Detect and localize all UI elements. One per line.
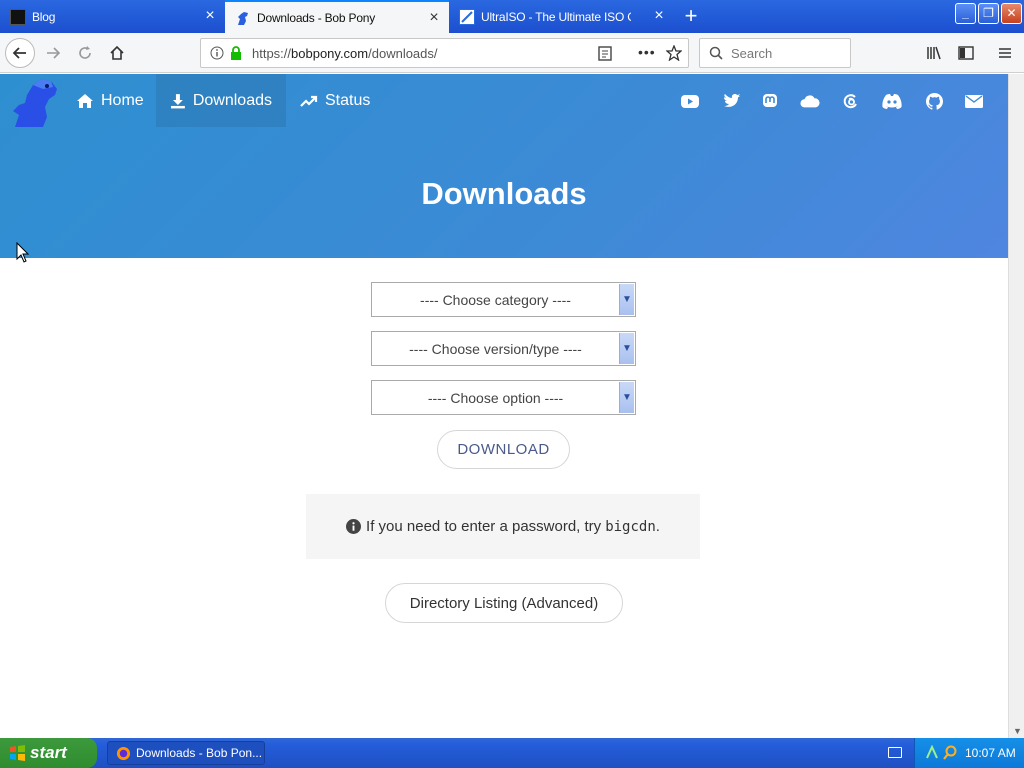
- taskbar-app-label: Downloads - Bob Pon...: [136, 746, 263, 760]
- windows-logo-icon: [10, 745, 25, 761]
- url-path: /downloads/: [368, 45, 438, 61]
- url-bar[interactable]: https://bobpony.com/downloads/ •••: [200, 38, 689, 68]
- download-icon: [170, 93, 185, 108]
- mouse-cursor-icon: [16, 242, 30, 263]
- reload-button[interactable]: [70, 38, 100, 68]
- pony-logo-icon[interactable]: [11, 77, 63, 127]
- back-button[interactable]: [5, 38, 35, 68]
- tab-ultraiso[interactable]: UltraISO - The Ultimate ISO CD/D ×: [449, 0, 674, 33]
- search-tray-icon[interactable]: [943, 745, 957, 760]
- password-code: bigcdn: [605, 518, 656, 535]
- close-tab-icon[interactable]: ×: [652, 8, 666, 24]
- home-icon: [77, 93, 93, 108]
- mastodon-icon[interactable]: [760, 91, 780, 111]
- library-icon[interactable]: [926, 45, 942, 61]
- tab-blog[interactable]: Blog ×: [0, 0, 225, 33]
- download-button[interactable]: DOWNLOAD: [437, 430, 570, 469]
- site-nav-label: Home: [101, 91, 144, 109]
- tab-title: Blog: [32, 9, 56, 24]
- mail-icon[interactable]: [964, 91, 984, 111]
- url-text: https://bobpony.com/downloads/: [252, 46, 438, 61]
- twitter-icon[interactable]: [721, 91, 741, 111]
- site-nav-downloads[interactable]: Downloads: [156, 74, 286, 127]
- option-select[interactable]: ---- Choose option ---- ▼: [371, 380, 636, 415]
- hero-banner: Home Downloads Status Downloads: [0, 74, 1008, 258]
- taskbar-app-firefox[interactable]: Downloads - Bob Pon...: [107, 741, 265, 765]
- chevron-down-icon[interactable]: ▼: [619, 382, 634, 413]
- close-window-button[interactable]: ✕: [1001, 3, 1022, 24]
- ultraiso-favicon-icon: [459, 8, 475, 25]
- home-icon: [110, 45, 124, 60]
- directory-listing-button[interactable]: Directory Listing (Advanced): [385, 583, 623, 623]
- forward-arrow-icon: [47, 47, 61, 59]
- url-host: bobpony.com: [291, 45, 369, 61]
- chevron-down-icon[interactable]: ▼: [619, 333, 634, 364]
- home-button[interactable]: [102, 38, 132, 68]
- tab-title: UltraISO - The Ultimate ISO CD/D: [481, 9, 631, 24]
- github-icon[interactable]: [924, 91, 944, 111]
- back-arrow-icon: [12, 47, 26, 59]
- clock: 10:07 AM: [965, 746, 1016, 760]
- firefox-icon: [116, 746, 131, 761]
- close-tab-icon[interactable]: ×: [427, 10, 441, 26]
- bookmark-star-icon[interactable]: [666, 45, 682, 61]
- system-tray: 10:07 AM: [914, 738, 1024, 768]
- pony-favicon-icon: [238, 11, 248, 25]
- version-type-select[interactable]: ---- Choose version/type ---- ▼: [371, 331, 636, 366]
- tab-downloads[interactable]: Downloads - Bob Pony ×: [225, 0, 449, 33]
- site-nav-label: Status: [325, 91, 371, 109]
- hamburger-menu-icon[interactable]: [998, 46, 1012, 60]
- cloud-icon[interactable]: [800, 91, 820, 111]
- category-select[interactable]: ---- Choose category ---- ▼: [371, 282, 636, 317]
- sidebar-icon[interactable]: [958, 45, 974, 61]
- reload-icon: [79, 46, 91, 59]
- network-tray-icon[interactable]: [925, 745, 939, 760]
- page-title: Downloads: [421, 176, 587, 211]
- chevron-down-icon[interactable]: ▼: [619, 284, 634, 315]
- youtube-icon[interactable]: [680, 91, 700, 111]
- site-nav-home[interactable]: Home: [62, 74, 158, 127]
- start-label: start: [30, 743, 67, 762]
- search-bar[interactable]: Search: [699, 38, 851, 68]
- terminal-favicon-icon: [10, 8, 26, 25]
- new-tab-button[interactable]: +: [680, 5, 702, 27]
- search-placeholder: Search: [731, 45, 773, 61]
- keyboard-icon[interactable]: [888, 747, 902, 758]
- windows-taskbar: start Downloads - Bob Pon... 10:07 AM: [0, 738, 1024, 768]
- start-button[interactable]: start: [0, 738, 97, 768]
- site-nav-label: Downloads: [192, 91, 272, 109]
- scroll-down-arrow-icon[interactable]: ▼: [1013, 726, 1022, 736]
- threads-icon[interactable]: [841, 91, 861, 111]
- minimize-button[interactable]: _: [955, 3, 976, 24]
- page-scrollbar[interactable]: ▼: [1008, 74, 1024, 738]
- screen: Blog × Downloads - Bob Pony × UltraISO -…: [0, 0, 1024, 768]
- version-select-value: ---- Choose version/type ----: [409, 340, 582, 357]
- info-icon: [346, 519, 362, 534]
- site-nav-status[interactable]: Status: [286, 74, 384, 127]
- url-scheme: https://: [252, 45, 292, 61]
- page-actions-icon[interactable]: •••: [638, 44, 656, 60]
- forward-button[interactable]: [38, 38, 68, 68]
- trending-up-icon: [300, 95, 318, 107]
- browser-toolbar: https://bobpony.com/downloads/ ••• Searc…: [0, 33, 1024, 73]
- info-circle-icon[interactable]: [210, 46, 224, 60]
- restore-button[interactable]: ❐: [978, 3, 999, 24]
- reader-view-icon[interactable]: [598, 46, 612, 61]
- close-tab-icon[interactable]: ×: [203, 8, 217, 24]
- web-page: Home Downloads Status Downloads ---- Cho…: [0, 74, 1008, 738]
- category-select-value: ---- Choose category ----: [420, 291, 571, 308]
- tab-strip: Blog × Downloads - Bob Pony × UltraISO -…: [0, 0, 1024, 33]
- info-suffix: .: [655, 518, 660, 535]
- option-select-value: ---- Choose option ----: [427, 389, 564, 406]
- discord-icon[interactable]: [882, 91, 902, 111]
- site-navigation: Home Downloads Status: [0, 74, 1008, 127]
- password-info-box: If you need to enter a password, try big…: [306, 494, 700, 559]
- info-text: If you need to enter a password, try: [366, 518, 602, 535]
- search-icon: [709, 46, 723, 60]
- tab-title: Downloads - Bob Pony: [257, 10, 376, 25]
- lock-icon[interactable]: [230, 46, 242, 60]
